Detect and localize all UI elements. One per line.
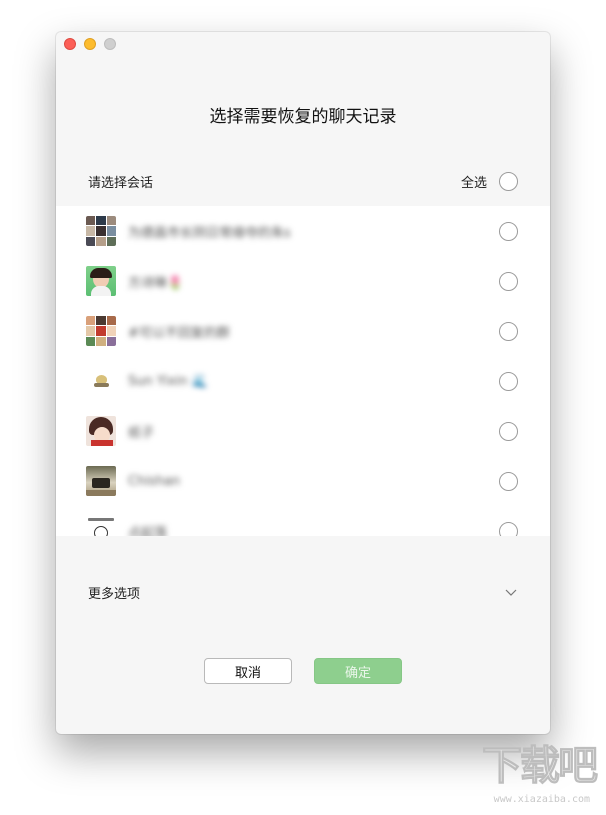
chat-row[interactable]: Chishan [56,456,550,506]
watermark-url: www.xiazaiba.com [493,794,590,805]
cancel-button[interactable]: 取消 [204,658,292,684]
chat-name: 方诗琳🌷 [128,275,184,291]
chat-row[interactable]: 纸子 [56,406,550,456]
dialog-buttons: 取消 确定 [56,658,550,684]
chat-name: #可以不回复的群 [128,325,230,341]
restore-dialog-window: 选择需要恢复的聊天记录 请选择会话 全选 为德昌市长阴日常缘夺的朱s 方诗琳🌷 … [56,32,550,734]
select-all-radio[interactable] [499,171,518,191]
more-options-label: 更多选项 [88,586,141,602]
cartoon-avatar-icon [86,366,116,396]
chat-name: Sun Yixin 🌊 [128,373,208,389]
chat-select-radio[interactable] [499,421,518,441]
chat-row[interactable]: Sun Yixin 🌊 [56,356,550,406]
clock-avatar-icon [86,516,116,536]
chevron-down-icon[interactable] [504,585,518,599]
photo-avatar-icon [86,466,116,496]
chat-select-radio[interactable] [499,321,518,341]
chat-name: 为德昌市长阴日常缘夺的朱s [128,225,291,241]
chat-select-radio[interactable] [499,221,518,241]
chat-select-radio[interactable] [499,521,518,536]
zoom-window-button[interactable] [104,38,116,50]
close-window-button[interactable] [64,38,76,50]
chat-name: 纸子 [128,425,155,441]
chat-name: 点起落 [128,525,168,537]
chat-select-radio[interactable] [499,471,518,491]
watermark-logo-text: 下载吧 [482,743,599,790]
person-avatar-icon [86,266,116,296]
chat-row[interactable]: 点起落 [56,506,550,536]
chat-list[interactable]: 为德昌市长阴日常缘夺的朱s 方诗琳🌷 #可以不回复的群 Sun Yixin 🌊 … [56,206,550,536]
select-chat-label: 请选择会话 [88,175,154,191]
chat-row[interactable]: 为德昌市长阴日常缘夺的朱s [56,206,550,256]
chat-row[interactable]: #可以不回复的群 [56,306,550,356]
select-all-label: 全选 [460,175,487,191]
select-all-toggle[interactable]: 全选 [460,171,518,191]
dialog-title: 选择需要恢复的聊天记录 [209,107,397,127]
section-header: 请选择会话 全选 [88,170,518,192]
group-avatar-icon [86,216,116,246]
site-watermark: 下载吧 www.xiazaiba.com [460,741,600,807]
chat-name: Chishan [128,473,181,489]
confirm-button[interactable]: 确定 [314,658,402,684]
chat-select-radio[interactable] [499,271,518,291]
minimize-window-button[interactable] [84,38,96,50]
group-avatar-icon [86,316,116,346]
chat-select-radio[interactable] [499,371,518,391]
window-controls [64,38,116,50]
more-options-toggle[interactable]: 更多选项 [88,580,518,604]
anime-avatar-icon [86,416,116,446]
chat-row[interactable]: 方诗琳🌷 [56,256,550,306]
